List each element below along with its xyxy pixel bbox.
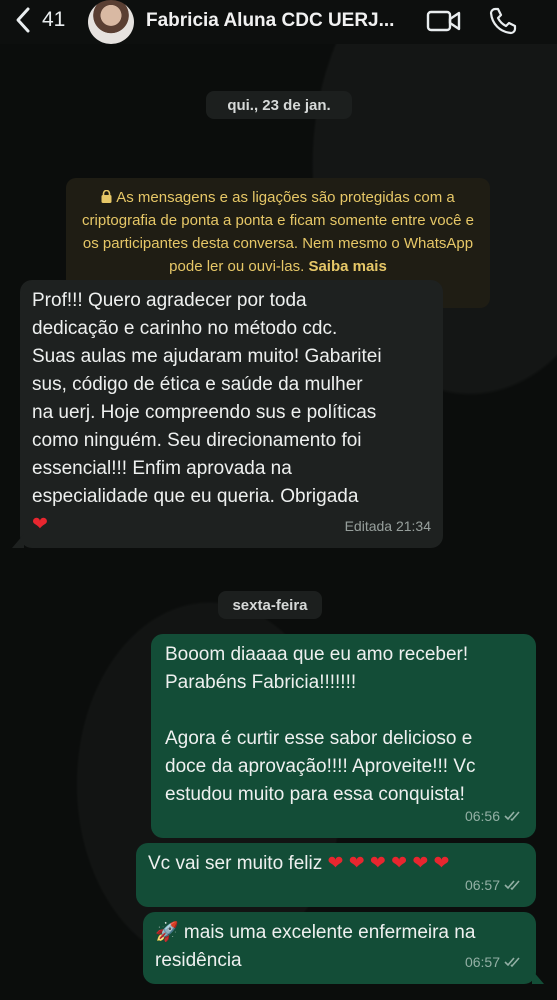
chat-area[interactable]: qui., 23 de jan. As mensagens e as ligaç… (0, 44, 557, 1000)
message-bubble-outgoing[interactable]: 🚀 mais uma excelente enfermeira na resid… (143, 912, 544, 984)
message-bubble-incoming[interactable]: Prof!!! Quero agradecer por toda dedicaç… (12, 280, 443, 548)
message-bubble-outgoing[interactable]: Vc vai ser muito feliz ❤ ❤ ❤ ❤ ❤ ❤ 06:57 (136, 843, 536, 907)
chat-header: 41 Fabricia Aluna CDC UERJ... (0, 0, 557, 44)
learn-more-link[interactable]: Saiba mais (308, 258, 386, 275)
message-meta: 06:56 (465, 802, 524, 830)
back-button[interactable]: 41 (14, 6, 65, 34)
chat-title[interactable]: Fabricia Aluna CDC UERJ... (146, 10, 394, 32)
encryption-notice-text: As mensagens e as ligações são protegida… (82, 189, 474, 275)
double-check-icon (504, 957, 520, 968)
chevron-left-icon (16, 7, 30, 33)
avatar[interactable] (88, 0, 134, 44)
video-call-icon[interactable] (426, 9, 462, 33)
message-meta: 06:57 (465, 871, 524, 899)
phone-call-icon[interactable] (488, 6, 518, 36)
message-time: 06:56 (464, 808, 500, 824)
message-text: Prof!!! Quero agradecer por toda dedicaç… (32, 290, 382, 535)
double-check-icon (504, 811, 520, 822)
message-time: 06:57 (464, 877, 500, 893)
message-meta: 06:57 (465, 948, 524, 976)
double-check-icon (504, 880, 520, 891)
unread-count: 41 (42, 8, 66, 31)
message-meta: Editada 21:34 (345, 512, 431, 540)
message-bubble-outgoing[interactable]: Booom diaaaa que eu amo receber! Parabén… (151, 634, 536, 838)
message-text: Booom diaaaa que eu amo receber! Parabén… (165, 644, 476, 805)
message-time: 06:57 (464, 954, 500, 970)
edited-time: Editada 21:34 (344, 518, 431, 534)
date-separator: sexta-feira (218, 591, 322, 619)
date-separator: qui., 23 de jan. (206, 91, 352, 119)
lock-icon (101, 190, 112, 203)
